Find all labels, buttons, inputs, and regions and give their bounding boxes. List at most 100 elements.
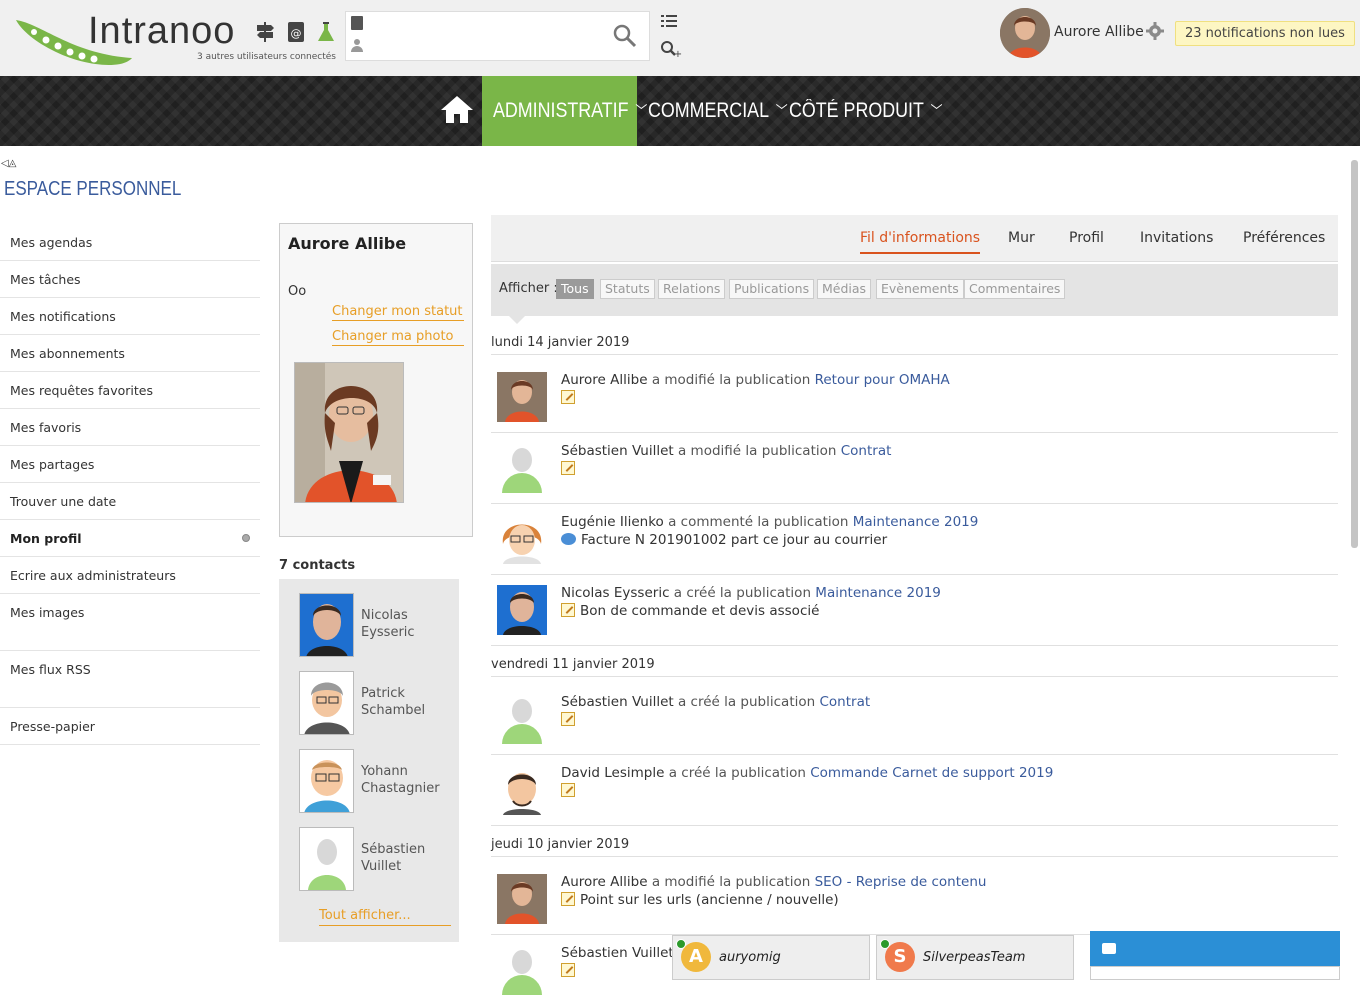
menu-item-ecrire-admins[interactable]: Ecrire aux administrateurs [0,557,260,594]
menu-item-mon-profil[interactable]: Mon profil [0,520,260,557]
contact-name: Patrick Schambel [361,686,426,718]
menu-item-trouver-date[interactable]: Trouver une date [0,483,260,520]
tab-profil[interactable]: Profil [1069,230,1104,246]
contacts-title[interactable]: 7 contacts [279,558,355,573]
author-link[interactable]: Nicolas Eysseric [561,585,670,601]
publication-link[interactable]: Maintenance 2019 [853,514,979,530]
date-heading: lundi 14 janvier 2019 [491,335,1338,355]
profile-photo [294,362,404,503]
author-avatar[interactable] [497,372,547,422]
tab-fil-informations[interactable]: Fil d'informations [860,230,981,254]
edit-note-icon [561,712,575,726]
filter-relations[interactable]: Relations [658,279,726,299]
author-link[interactable]: Eugénie Ilienko [561,514,664,530]
scrollbar[interactable] [1351,160,1358,548]
publication-link[interactable]: Contrat [819,694,870,710]
menu-item-presse-papier[interactable]: Presse-papier [0,708,260,745]
publication-link[interactable]: Commande Carnet de support 2019 [810,765,1053,781]
collapse-icons[interactable]: ◁◬ [1,158,16,169]
author-link[interactable]: Sébastien Vuillet [561,694,674,710]
menu-item-agendas[interactable]: Mes agendas [0,224,260,261]
default-avatar-icon [497,443,547,493]
signpost-icon[interactable] [254,20,276,44]
chat-panel-body [1090,966,1340,980]
contact-item[interactable]: Nicolas Eysseric [299,593,459,657]
feed-entry-sub [561,390,580,406]
directory-icon[interactable]: @ [285,20,307,44]
author-link[interactable]: Aurore Allibe [561,372,648,388]
filter-medias[interactable]: Médias [817,279,872,299]
menu-item-label: Mes requêtes favorites [10,383,153,398]
feed-entry-text: Eugénie Ilienko a commenté la publicatio… [561,514,978,530]
user-name[interactable]: Aurore Allibe [1054,24,1144,40]
list-icon[interactable] [661,14,677,28]
author-avatar[interactable] [497,514,547,564]
nav-item-cote-produit[interactable]: CÔTÉ PRODUIT ﹀ [789,76,943,146]
feed-entry-sub: Facture N 201901002 part ce jour au cour… [561,532,887,548]
chat-window[interactable]: A auryomig [672,935,870,980]
nav-item-administratif[interactable]: ADMINISTRATIF ﹀ [493,76,647,146]
chat-user-name: SilverpeasTeam [923,950,1026,965]
document-icon[interactable] [351,16,363,30]
edit-note-icon [561,390,575,404]
change-status-link[interactable]: Changer mon statut [332,304,464,321]
menu-item-favoris[interactable]: Mes favoris [0,409,260,446]
chat-window[interactable]: S SilverpeasTeam [876,935,1074,980]
menu-item-label: Presse-papier [10,719,95,734]
contact-item[interactable]: Yohann Chastagnier [299,749,459,813]
contact-item[interactable]: Patrick Schambel [299,671,459,735]
author-avatar[interactable] [497,694,547,744]
menu-item-abonnements[interactable]: Mes abonnements [0,335,260,372]
search-icon[interactable] [613,24,637,48]
author-avatar[interactable] [497,765,547,815]
author-avatar[interactable] [497,945,547,995]
filter-evenements[interactable]: Evènements [876,279,964,299]
online-status-icon [676,939,686,949]
feed-entry: Sébastien Vuillet a modifié la publicati… [491,433,1338,504]
show-all-contacts-link[interactable]: Tout afficher... [319,908,451,926]
date-label: jeudi 10 janvier 2019 [491,837,630,852]
filter-publications[interactable]: Publications [729,279,815,299]
connected-users[interactable]: 3 autres utilisateurs connectés [197,52,336,62]
home-icon[interactable] [440,94,474,124]
author-link[interactable]: David Lesimple [561,765,664,781]
tab-mur[interactable]: Mur [1008,230,1035,246]
publication-link[interactable]: Maintenance 2019 [815,585,941,601]
menu-item-notifications[interactable]: Mes notifications [0,298,260,335]
author-avatar[interactable] [497,585,547,635]
author-avatar[interactable] [497,443,547,493]
advanced-search-icon[interactable]: + [660,40,682,58]
publication-link[interactable]: Contrat [841,443,892,459]
author-link[interactable]: Sébastien Vuillet [561,945,674,961]
menu-item-taches[interactable]: Mes tâches [0,261,260,298]
menu-item-label: Mes images [10,605,85,620]
change-photo-link[interactable]: Changer ma photo [332,329,464,346]
filter-statuts[interactable]: Statuts [600,279,655,299]
menu-item-images[interactable]: Mes images [0,594,260,651]
menu-item-flux-rss[interactable]: Mes flux RSS [0,651,260,708]
publication-link[interactable]: SEO - Reprise de contenu [815,874,987,890]
menu-item-requetes-favorites[interactable]: Mes requêtes favorites [0,372,260,409]
feed-entry-sub [561,963,580,979]
lab-icon[interactable] [315,20,337,44]
author-link[interactable]: Aurore Allibe [561,874,648,890]
author-link[interactable]: Sébastien Vuillet [561,443,674,459]
tab-invitations[interactable]: Invitations [1140,230,1213,246]
nav-item-commercial[interactable]: COMMERCIAL ﹀ [648,76,788,146]
search-input[interactable] [370,16,610,56]
gear-icon[interactable] [1146,22,1164,40]
publication-link[interactable]: Retour pour OMAHA [815,372,950,388]
menu-item-partages[interactable]: Mes partages [0,446,260,483]
user-icon[interactable] [351,39,363,53]
user-avatar[interactable] [1000,8,1050,58]
feed-entry-sub: Point sur les urls (ancienne / nouvelle) [561,892,839,908]
contact-item[interactable]: Sébastien Vuillet [299,827,459,891]
chat-panel[interactable] [1090,931,1340,980]
page-title: ESPACE PERSONNEL [4,178,182,200]
filter-commentaires[interactable]: Commentaires [964,279,1066,299]
author-avatar[interactable] [497,874,547,924]
menu-item-label: Mes favoris [10,420,82,435]
notifications-badge[interactable]: 23 notifications non lues [1175,21,1355,46]
filter-tous[interactable]: Tous [556,279,594,299]
tab-preferences[interactable]: Préférences [1243,230,1325,246]
